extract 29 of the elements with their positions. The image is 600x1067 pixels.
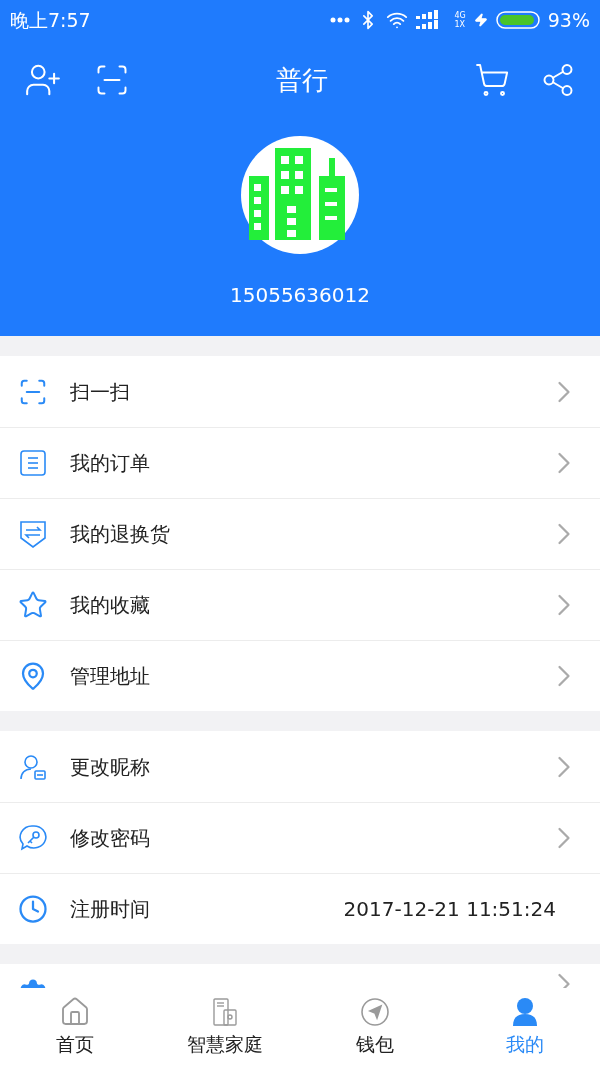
menu-label: 更改昵称 [70, 754, 150, 779]
menu-label: 我的订单 [70, 451, 150, 475]
document-icon [18, 448, 48, 478]
menu-label: 注册时间 [70, 897, 150, 921]
clock-icon [18, 894, 48, 924]
avatar-logo[interactable] [241, 136, 359, 254]
key-bubble-icon [18, 823, 48, 853]
tab-item[interactable]: 首页 [0, 988, 150, 1067]
menu-label: 我的收藏 [70, 593, 150, 617]
more-dots-icon [330, 17, 351, 23]
tab-item[interactable]: 智慧家庭 [150, 988, 300, 1067]
status-time: 晚上7:57 [10, 7, 91, 33]
tab-item[interactable]: 钱包 [300, 988, 450, 1067]
menu-value: 2017-12-21 11:51:24 [343, 896, 556, 923]
app-title: 普行 [276, 63, 328, 97]
cart-icon[interactable] [474, 62, 510, 98]
menu-label: 我的退换货 [70, 522, 170, 546]
compass-icon [359, 996, 391, 1029]
star-icon [18, 590, 48, 620]
menu-label: 管理地址 [70, 664, 150, 688]
network-type: 4G [454, 11, 466, 20]
charging-icon [473, 13, 488, 27]
menu-label: 修改密码 [70, 826, 150, 850]
battery-icon [495, 11, 540, 29]
battery-percent: 93% [547, 7, 590, 33]
network-sub-type: 1X [454, 20, 466, 29]
shield-arrows-icon [18, 519, 48, 549]
phone-number: 15055636012 [230, 282, 370, 309]
menu-label: 扫一扫 [70, 379, 130, 404]
